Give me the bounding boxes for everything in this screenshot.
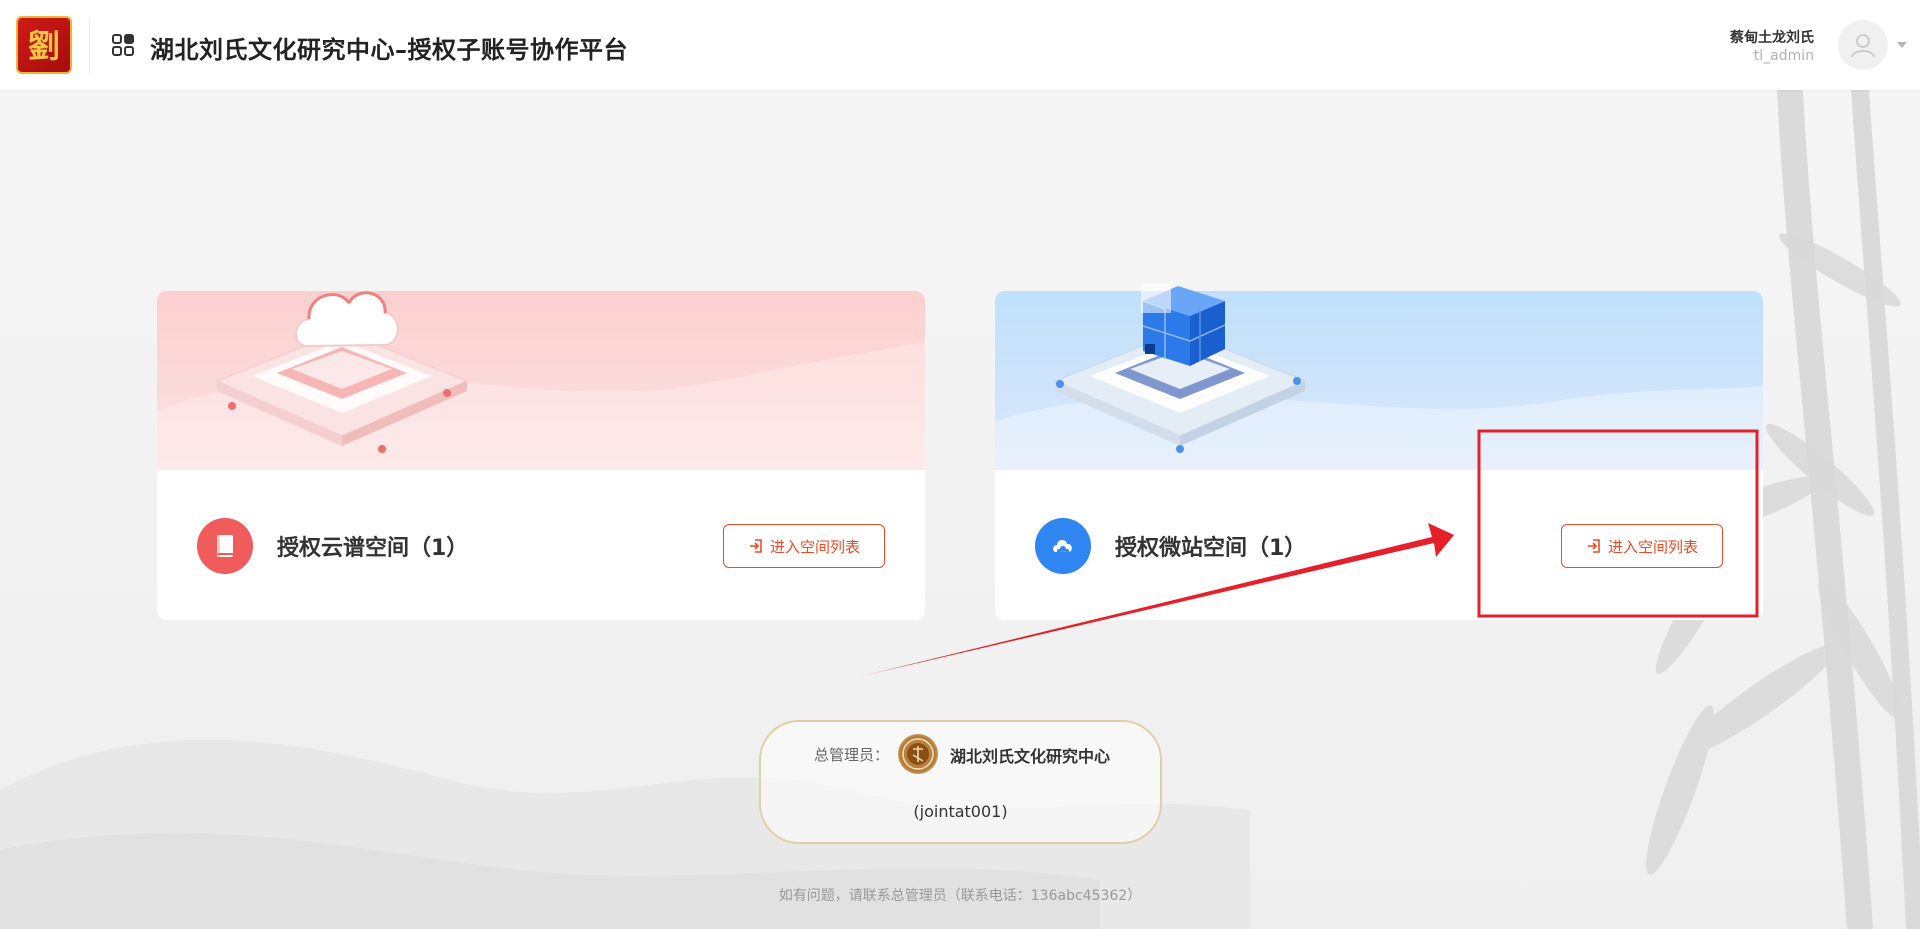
page-title: 湖北刘氏文化研究中心–授权子账号协作平台 [150, 36, 628, 64]
login-icon [749, 539, 762, 553]
contact-note: 如有问题，请联系总管理员（联系电话：136abc45362） [778, 888, 1142, 904]
cube-platform-illustration [1053, 283, 1307, 453]
user-menu[interactable]: 蔡甸土龙刘氏 tl_admin [1620, 0, 1920, 90]
card-body: 授权微站空间（1） 进入空间列表 [995, 470, 1763, 620]
enter-button-label: 进入空间列表 [769, 537, 860, 556]
cloud-icon [1035, 518, 1091, 574]
admin-label: 总管理员： [814, 746, 890, 764]
admin-account: (jointat001) [913, 802, 1008, 821]
card-micro-site: 授权微站空间（1） 进入空间列表 [995, 283, 1763, 620]
admin-info-box: 总管理员： 湖北刘氏文化研究中心 (jointat001) [759, 720, 1162, 844]
cloud-platform-illustration [215, 291, 469, 453]
login-icon [1587, 539, 1600, 553]
apps-grid-icon[interactable] [111, 33, 135, 57]
chevron-down-icon[interactable] [1896, 40, 1908, 50]
user-account: tl_admin [1753, 48, 1814, 64]
header-divider [89, 18, 90, 73]
admin-name: 湖北刘氏文化研究中心 [950, 747, 1111, 766]
user-icon [1851, 34, 1875, 58]
enter-space-list-button[interactable]: 进入空间列表 [723, 524, 885, 568]
top-header: 劉 湖北刘氏文化研究中心–授权子账号协作平台 蔡甸土龙刘氏 tl_admin [0, 0, 1920, 90]
enter-button-label: 进入空间列表 [1607, 537, 1698, 556]
enter-space-list-button[interactable]: 进入空间列表 [1561, 524, 1723, 568]
site-logo[interactable]: 劉 [16, 16, 72, 74]
card-title: 授权云谱空间（1） [277, 536, 469, 561]
card-title: 授权微站空间（1） [1115, 536, 1307, 561]
avatar[interactable] [1838, 20, 1888, 70]
card-body: 授权云谱空间（1） 进入空间列表 [157, 470, 925, 620]
card-cloud-genealogy: 授权云谱空间（1） 进入空间列表 [157, 291, 925, 620]
book-icon [197, 518, 253, 574]
logo-char: 劉 [28, 27, 60, 65]
user-name: 蔡甸土龙刘氏 [1730, 30, 1814, 46]
admin-seal-icon [898, 734, 938, 774]
